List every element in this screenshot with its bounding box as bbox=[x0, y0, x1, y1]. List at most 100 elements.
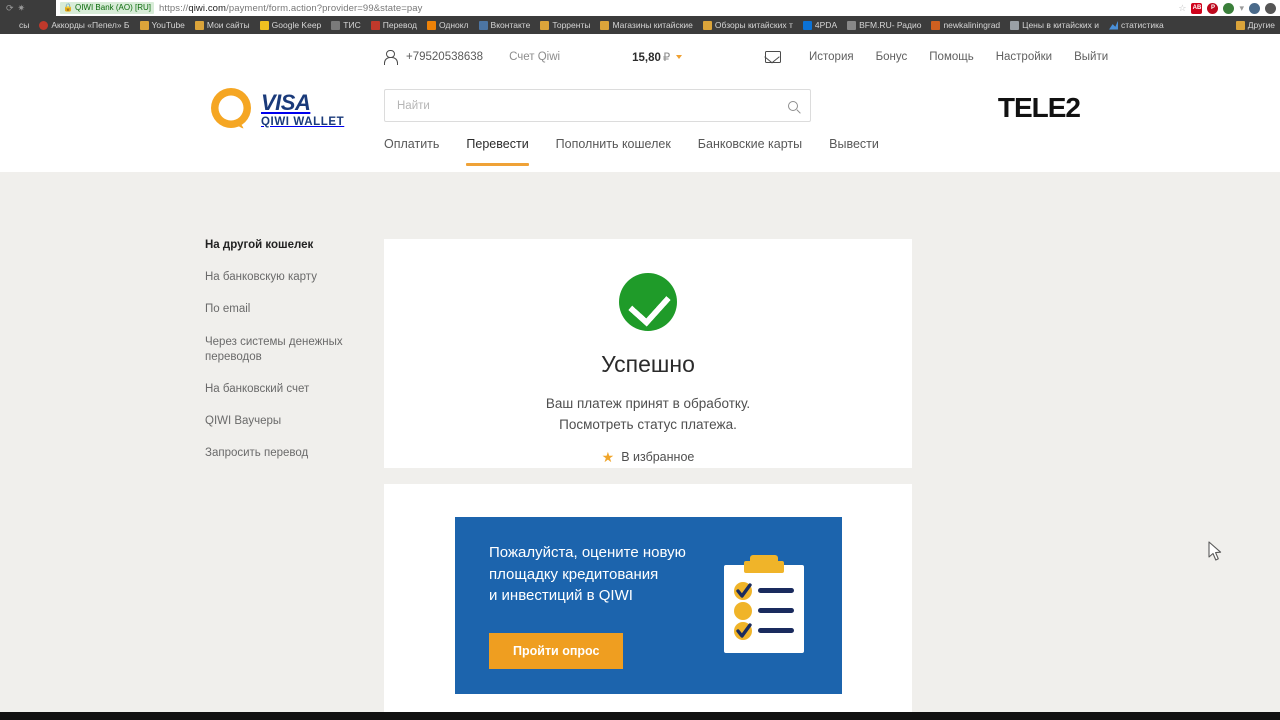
pinterest-icon[interactable]: P bbox=[1207, 2, 1219, 14]
bookmark-label: Мои сайты bbox=[206, 20, 250, 30]
mail-icon[interactable] bbox=[765, 51, 781, 63]
sidebar-item-money-transfer-systems[interactable]: Через системы денежных переводов bbox=[205, 335, 370, 365]
utility-link-logout[interactable]: Выйти bbox=[1074, 51, 1108, 63]
survey-banner[interactable]: Пожалуйста, оцените новую площадку креди… bbox=[455, 517, 842, 694]
extension-icon[interactable]: ✷ bbox=[18, 3, 26, 13]
balance-currency: ₽ bbox=[662, 52, 671, 64]
logo-text: VISA QIWI WALLET bbox=[261, 91, 344, 129]
banner-content: Пожалуйста, оцените новую площадку креди… bbox=[455, 542, 708, 670]
bookmark-item[interactable]: Цены в китайских и bbox=[1005, 16, 1104, 34]
extension-icon[interactable] bbox=[1223, 2, 1235, 14]
vk-icon bbox=[478, 20, 488, 30]
utility-link-settings[interactable]: Настройки bbox=[996, 51, 1052, 63]
bookmark-star-icon[interactable]: ☆ bbox=[1178, 3, 1186, 14]
qiwi-logo[interactable]: VISA QIWI WALLET bbox=[205, 84, 344, 136]
bookmark-label: Магазины китайские bbox=[612, 20, 693, 30]
bookmark-item[interactable]: Перевод bbox=[366, 16, 422, 34]
bookmark-item[interactable]: Торренты bbox=[535, 16, 595, 34]
success-message-line1: Ваш платеж принят в обработку. bbox=[545, 396, 751, 411]
add-to-favorites-label: В избранное bbox=[621, 449, 695, 464]
radio-icon bbox=[847, 20, 857, 30]
chart-icon bbox=[1109, 20, 1119, 30]
banner-line-3: и инвестиций в QIWI bbox=[489, 587, 633, 605]
utility-link-help[interactable]: Помощь bbox=[929, 51, 973, 63]
sidebar-item-email[interactable]: По email bbox=[205, 302, 370, 317]
bookmark-label: ТИС bbox=[343, 20, 361, 30]
bookmark-label: 4PDA bbox=[814, 20, 838, 30]
bookmark-item-other[interactable]: Другие bbox=[1231, 16, 1280, 34]
bookmark-label: Торренты bbox=[552, 20, 591, 30]
banner-line-2: площадку кредитования bbox=[489, 565, 659, 583]
url-protocol: https:// bbox=[158, 2, 189, 14]
balance-amount[interactable]: 15,80 ₽ bbox=[632, 50, 683, 64]
take-survey-button[interactable]: Пройти опрос bbox=[489, 633, 624, 670]
clipboard-checklist-icon bbox=[724, 554, 804, 653]
folder-icon bbox=[600, 20, 610, 30]
bookmark-label: Google Keep bbox=[271, 20, 322, 30]
translate-icon bbox=[370, 20, 380, 30]
bookmark-item[interactable]: YouTube bbox=[135, 16, 190, 34]
tab-perevesti[interactable]: Перевести bbox=[466, 137, 529, 166]
abp-icon[interactable]: AB bbox=[1191, 2, 1203, 14]
bookmark-item[interactable]: ТИС bbox=[326, 16, 365, 34]
main-nav: Оплатить Перевести Пополнить кошелек Бан… bbox=[384, 137, 879, 166]
account-label: Счет Qiwi bbox=[509, 51, 561, 63]
browser-chrome: ⟳ ✷ 🔒 QIWI Bank (AO) [RU] https://qiwi.c… bbox=[0, 0, 1280, 34]
lock-icon: 🔒 bbox=[63, 3, 73, 12]
bookmark-item[interactable]: сы bbox=[2, 16, 34, 34]
site-header: +79520538638 Счет Qiwi 15,80 ₽ История Бо… bbox=[0, 34, 1280, 172]
bookmark-label: Перевод bbox=[382, 20, 417, 30]
account-icon[interactable] bbox=[1249, 2, 1260, 14]
bookmark-item[interactable]: Мои сайты bbox=[190, 16, 255, 34]
chevron-down-icon[interactable]: ▾ bbox=[1239, 3, 1244, 13]
link-icon bbox=[331, 20, 341, 30]
sidebar-item-qiwi-vouchers[interactable]: QIWI Ваучеры bbox=[205, 414, 370, 429]
reload-icon[interactable]: ⟳ bbox=[6, 3, 14, 13]
utility-link-bonus[interactable]: Бонус bbox=[876, 51, 908, 63]
add-to-favorites-button[interactable]: ★ В избранное bbox=[384, 450, 912, 464]
bookmark-item[interactable]: 4PDA bbox=[798, 16, 842, 34]
bookmark-item[interactable]: Google Keep bbox=[255, 16, 327, 34]
bookmark-label: YouTube bbox=[151, 20, 185, 30]
folder-icon bbox=[139, 20, 149, 30]
account-phone[interactable]: +79520538638 bbox=[406, 51, 483, 63]
keep-icon bbox=[259, 20, 269, 30]
menu-icon[interactable] bbox=[1265, 2, 1276, 14]
tab-bankovskie-karty[interactable]: Банковские карты bbox=[698, 137, 802, 166]
utility-link-history[interactable]: История bbox=[809, 51, 854, 63]
sidebar-item-another-wallet[interactable]: На другой кошелек bbox=[205, 238, 370, 253]
tab-vyvesti[interactable]: Вывести bbox=[829, 137, 879, 166]
omnibox-actions: ☆ AB P ▾ bbox=[1178, 0, 1280, 16]
search-input[interactable] bbox=[385, 90, 776, 121]
bookmark-item[interactable]: Аккорды «Пепел» Б bbox=[34, 16, 134, 34]
sidebar-item-bank-account[interactable]: На банковский счет bbox=[205, 382, 370, 397]
bookmark-item[interactable]: Вконтакте bbox=[474, 16, 536, 34]
browser-nav-buttons: ⟳ ✷ bbox=[0, 0, 56, 16]
bookmark-item[interactable]: статистика bbox=[1104, 16, 1169, 34]
bookmark-item[interactable]: Однокл bbox=[422, 16, 474, 34]
bookmark-item[interactable]: Обзоры китайских т bbox=[698, 16, 798, 34]
folder-icon bbox=[194, 20, 204, 30]
bookmark-item[interactable]: Магазины китайские bbox=[595, 16, 697, 34]
bookmark-label: Другие bbox=[1247, 20, 1275, 30]
folder-icon bbox=[702, 20, 712, 30]
site-security-badge[interactable]: 🔒 QIWI Bank (AO) [RU] bbox=[60, 2, 154, 14]
banner-line-1: Пожалуйста, оцените новую bbox=[489, 543, 686, 561]
tab-popolnit-koshelek[interactable]: Пополнить кошелек bbox=[556, 137, 671, 166]
balance-value: 15,80 bbox=[632, 52, 661, 64]
success-message-line2[interactable]: Посмотреть статус платежа. bbox=[384, 415, 912, 436]
bookmark-label: статистика bbox=[1121, 20, 1164, 30]
bookmark-item[interactable]: BFM.RU- Радио bbox=[842, 16, 926, 34]
sidebar-item-request-transfer[interactable]: Запросить перевод bbox=[205, 446, 370, 461]
chevron-down-icon[interactable] bbox=[676, 55, 683, 59]
news-icon bbox=[931, 20, 941, 30]
search-button[interactable] bbox=[776, 90, 810, 121]
mouse-pointer-icon bbox=[1208, 541, 1222, 561]
sidebar-item-bank-card[interactable]: На банковскую карту bbox=[205, 270, 370, 285]
tab-oplatit[interactable]: Оплатить bbox=[384, 137, 439, 166]
qiwi-q-icon bbox=[211, 88, 251, 129]
bookmark-label: BFM.RU- Радио bbox=[859, 20, 922, 30]
bookmark-item[interactable]: newkaliningrad bbox=[926, 16, 1005, 34]
address-bar-url[interactable]: https://qiwi.com/payment/form.action?pro… bbox=[159, 3, 423, 14]
search-box[interactable] bbox=[384, 89, 811, 122]
